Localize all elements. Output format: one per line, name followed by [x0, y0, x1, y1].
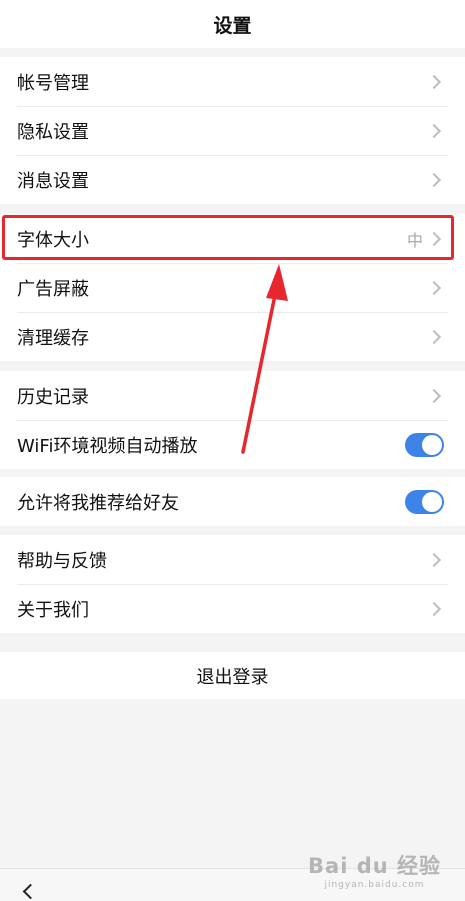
- back-arrow-icon[interactable]: [22, 883, 39, 900]
- annotation-arrow-icon: [241, 264, 288, 454]
- watermark: Bai du 经验 jingyan.baidu.com: [308, 850, 441, 890]
- watermark-url: jingyan.baidu.com: [324, 880, 425, 890]
- watermark-brand: Bai du 经验: [308, 854, 441, 878]
